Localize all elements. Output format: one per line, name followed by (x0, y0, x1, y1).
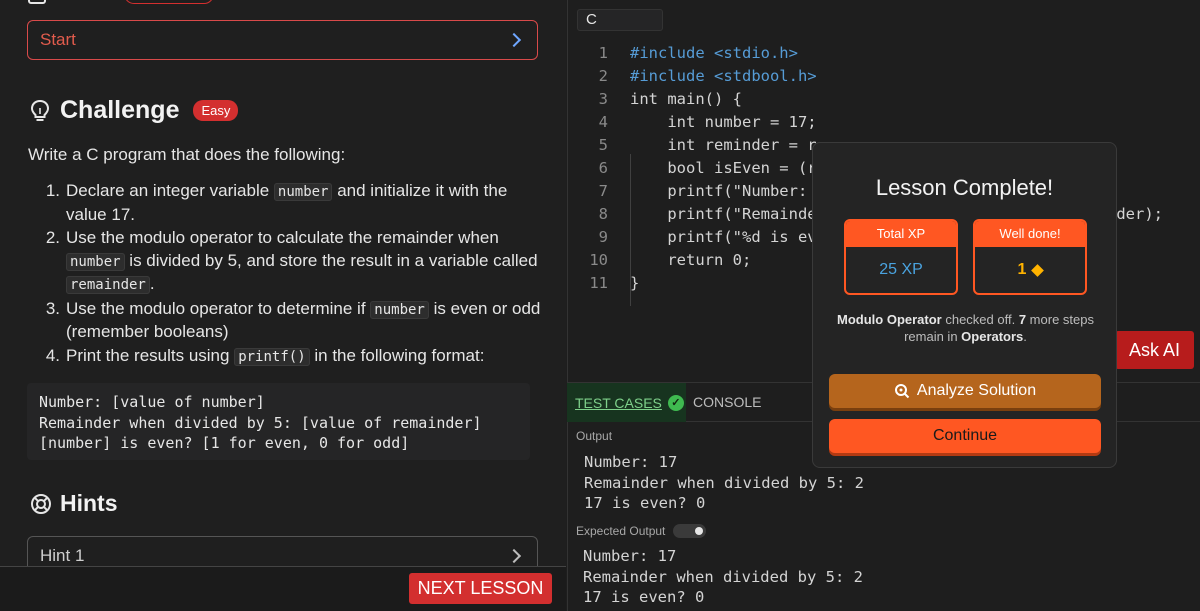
diamond-icon (1031, 263, 1045, 277)
challenge-steps: 1. Declare an integer variable number an… (28, 180, 548, 369)
lesson-panel: Start Challenge Easy Write a C program t… (0, 0, 566, 611)
checkbox-icon (28, 0, 46, 4)
streak-value: 1 (975, 247, 1085, 293)
search-icon (894, 384, 910, 399)
format-line: Remainder when divided by 5: [value of r… (39, 413, 482, 432)
expected-output-text: Number: 17 Remainder when divided by 5: 2… (583, 547, 863, 606)
continue-button[interactable]: Continue (829, 419, 1101, 453)
step-item: 3. Use the modulo operator to determine … (28, 298, 548, 344)
total-xp-card: Total XP 25 XP (844, 219, 958, 295)
hints-title: Hints (60, 490, 118, 516)
chevron-right-icon (506, 548, 522, 564)
status-pill (124, 0, 214, 4)
difficulty-badge: Easy (193, 100, 239, 121)
expected-output-toggle[interactable] (673, 524, 706, 538)
completion-message: Modulo Operator checked off. 7 more step… (837, 312, 1094, 344)
start-accordion[interactable]: Start (27, 20, 538, 60)
language-tab[interactable]: C (577, 9, 663, 31)
modal-title: Lesson Complete! (875, 175, 1054, 200)
start-label: Start (40, 30, 76, 49)
format-line: [number] is even? [1 for even, 0 for odd… (39, 434, 410, 452)
output-format-block: Number: [value of number] Remainder when … (27, 383, 530, 460)
tab-console[interactable]: CONSOLE (693, 394, 761, 410)
format-line: Number: [value of number] (39, 393, 265, 411)
lifebuoy-icon (31, 493, 51, 514)
hints-header: Hints (30, 490, 118, 517)
analyze-solution-label: Analyze Solution (916, 382, 1037, 399)
challenge-intro: Write a C program that does the followin… (28, 145, 346, 164)
lesson-complete-modal: Lesson Complete! Total XP 25 XP Well don… (812, 142, 1117, 468)
step-number: 1. (45, 181, 60, 200)
well-done-card: Well done! 1 (973, 219, 1087, 295)
challenge-title: Challenge (60, 96, 180, 124)
total-xp-value: 25 XP (879, 261, 923, 278)
tab-test-cases[interactable]: TEST CASES ✓ (567, 383, 686, 422)
step-number: 3. (45, 298, 60, 318)
step-text: Use the modulo operator to calculate the… (66, 228, 538, 294)
hint-label: Hint 1 (40, 546, 85, 565)
step-text: Declare an integer variable number and i… (66, 181, 508, 224)
step-number: 4. (45, 345, 60, 365)
step-item: 1. Declare an integer variable number an… (28, 180, 548, 226)
well-done-label: Well done! (975, 221, 1085, 247)
total-xp-label: Total XP (846, 221, 956, 247)
step-text: Use the modulo operator to determine if … (66, 298, 541, 342)
expected-output-label: Expected Output (576, 524, 666, 538)
check-circle-icon: ✓ (667, 394, 684, 411)
chevron-right-icon (506, 32, 522, 48)
lightbulb-icon (30, 99, 50, 121)
output-label: Output (576, 429, 613, 443)
ask-ai-button[interactable]: Ask AI (1115, 331, 1194, 369)
step-number: 2. (45, 228, 60, 247)
analyze-solution-button[interactable]: Analyze Solution (829, 374, 1101, 408)
step-item: 4. Print the results using printf() in t… (28, 345, 548, 369)
step-text: Print the results using printf() in the … (66, 345, 485, 366)
tab-test-cases-label: TEST CASES (575, 394, 662, 411)
challenge-header: Challenge Easy (30, 96, 239, 125)
next-lesson-button[interactable]: NEXT LESSON (409, 573, 552, 604)
step-item: 2. Use the modulo operator to calculate … (28, 227, 548, 297)
